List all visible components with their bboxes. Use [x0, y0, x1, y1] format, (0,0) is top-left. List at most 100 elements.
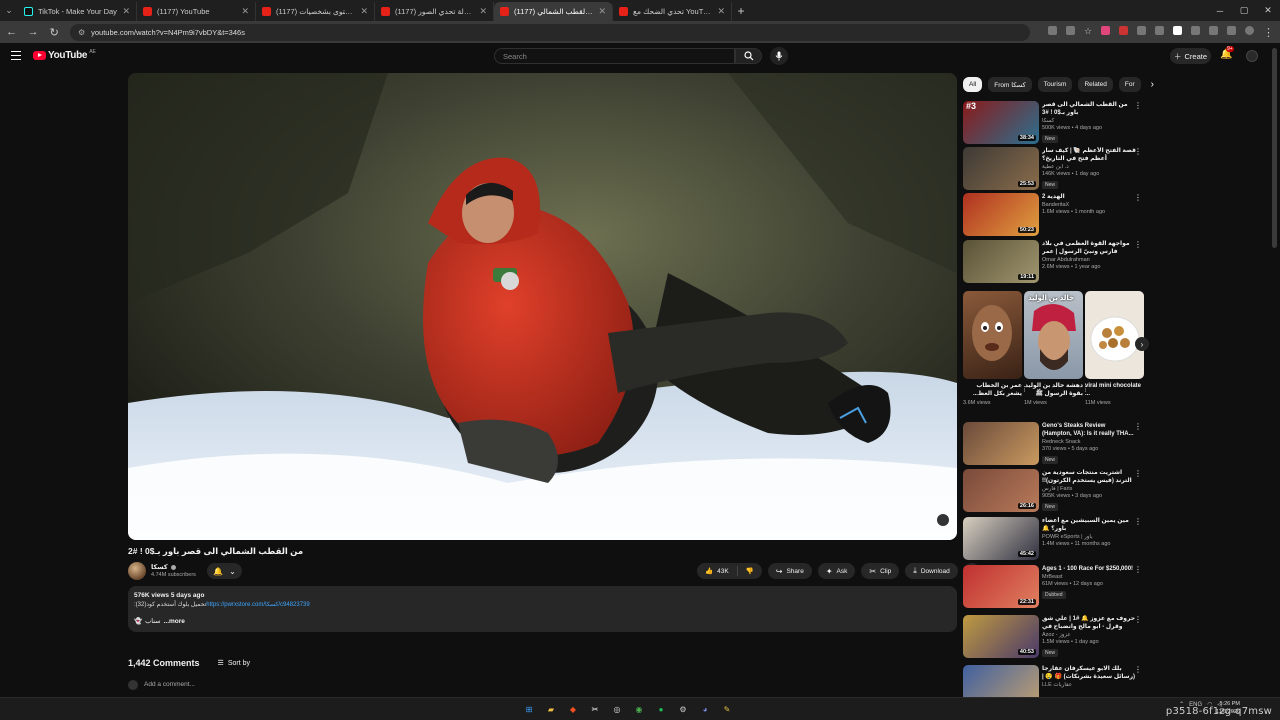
more-icon[interactable]: ⋮ — [1134, 193, 1142, 202]
channel-avatar[interactable] — [128, 562, 146, 580]
chip-for-you[interactable]: For — [1118, 77, 1141, 92]
file-explorer-icon[interactable]: ▰ — [543, 701, 559, 717]
close-tab-icon[interactable]: ✕ — [598, 6, 606, 17]
browser-tab[interactable]: (1177) بطولة تحدي الصور 🔔 |✕ — [375, 2, 494, 21]
obs-icon[interactable]: ◎ — [609, 701, 625, 717]
reload-icon[interactable]: ↻ — [49, 26, 60, 39]
create-button[interactable]: ＋ Create — [1170, 48, 1211, 64]
chip-from-channel[interactable]: From كسكا — [988, 77, 1032, 92]
download-button[interactable]: ⤓ Download — [905, 563, 958, 579]
chrome-icon[interactable]: ◉ — [631, 701, 647, 717]
chip-tourism[interactable]: Tourism — [1037, 77, 1073, 92]
app-icon[interactable]: ✎ — [719, 701, 735, 717]
description-link[interactable]: https://pwrxstore.com/كسكا/c94823739 — [206, 602, 309, 608]
more-icon[interactable]: ⋮ — [1134, 615, 1142, 624]
spotify-icon[interactable]: ● — [653, 701, 669, 717]
chevron-right-icon[interactable]: › — [1151, 79, 1154, 90]
extension-icon[interactable] — [1101, 25, 1111, 35]
extension-icon[interactable] — [1191, 25, 1201, 35]
ask-button[interactable]: ✦ Ask — [817, 563, 856, 579]
new-tab-button[interactable]: + — [732, 4, 750, 18]
tab-search-icon[interactable]: ⌄ — [0, 0, 18, 21]
windows-start-icon[interactable]: ⊞ — [521, 701, 537, 717]
more-icon[interactable]: ⋮ — [1134, 422, 1142, 431]
recommendation-item[interactable]: 26:16 اشتريت منتجات سعودية من الترند (فيس… — [963, 469, 1148, 513]
recommendation-info: حروف مع عزوز 🔔 #1 | علي شق وقرل - ابو ما… — [1042, 615, 1136, 657]
recommendation-item[interactable]: 19:11 مواجهة القوة العظمى في بلاد فارس ون… — [963, 240, 1148, 284]
add-comment-input[interactable]: Add a comment... — [144, 681, 195, 688]
short-item[interactable]: خالد بن الوليد دهشة خالد بن الوليد بقوة … — [1024, 291, 1089, 406]
voice-search-button[interactable] — [770, 47, 788, 65]
search-button[interactable] — [735, 48, 762, 64]
search-input[interactable]: Search — [494, 48, 735, 64]
description-box[interactable]: 576K views 5 days ago :(32)تحميل بلوك أس… — [128, 586, 957, 632]
forward-icon[interactable]: → — [27, 26, 38, 38]
recommendation-item[interactable]: Geno's Steaks Review (Hampton, VA): Is i… — [963, 422, 1148, 466]
close-tab-icon[interactable]: ✕ — [717, 6, 725, 17]
short-item[interactable]: عمر بن الخطاب يشعر بكل العظ... 3.6M view… — [963, 291, 1028, 406]
extension-icon[interactable] — [1047, 25, 1057, 35]
extension-icon[interactable] — [1137, 25, 1147, 35]
browser-tab[interactable]: TikTok - Make Your Day ✕ — [18, 2, 137, 21]
browser-tab[interactable]: (1177) صناع المحتوى بشخصيات✕ — [256, 2, 375, 21]
menu-icon[interactable] — [11, 51, 21, 60]
recommendation-item[interactable]: 50:23 الهدية 2 BanderitaX 1.6M views • 1 mo… — [963, 193, 1148, 237]
profile-icon[interactable] — [1245, 25, 1255, 35]
capcut-icon[interactable]: ✂ — [587, 701, 603, 717]
recommendation-item[interactable]: #3 38:34 من القطب الشمالي الى قصر باور بـ$… — [963, 101, 1148, 145]
more-icon[interactable]: ⋮ — [1134, 147, 1142, 156]
close-tab-icon[interactable]: ✕ — [479, 6, 487, 17]
browser-tab[interactable]: (1177) YouTube ✕ — [137, 2, 256, 21]
share-button[interactable]: ↪ Share — [767, 563, 812, 579]
steam-icon[interactable]: ⚙ — [675, 701, 691, 717]
bookmark-star-icon[interactable]: ☆ — [1084, 26, 1092, 39]
discord-icon[interactable]: ◕ — [697, 701, 713, 717]
extension-icon[interactable] — [1227, 25, 1237, 35]
minimize-icon[interactable]: ─ — [1208, 0, 1232, 21]
page-scrollbar[interactable] — [1272, 48, 1277, 248]
recommendation-item[interactable]: 22:31 Ages 1 - 100 Race For $250,000! MrBe… — [963, 565, 1148, 609]
more-icon[interactable]: ⋮ — [1134, 565, 1142, 574]
subscription-bell-button[interactable]: 🔔 ⌄ — [207, 563, 242, 579]
more-icon[interactable]: ⋮ — [1134, 101, 1142, 110]
extension-icon[interactable] — [1155, 25, 1165, 35]
site-info-icon[interactable]: ⚙ — [78, 28, 85, 37]
extension-icon[interactable] — [1209, 25, 1219, 35]
extension-icon[interactable] — [1119, 25, 1129, 35]
extension-icon[interactable] — [1065, 25, 1075, 35]
dislike-button[interactable]: 👎 — [738, 563, 762, 579]
account-avatar[interactable] — [1246, 50, 1258, 62]
more-icon[interactable]: ⋮ — [1134, 240, 1142, 249]
recommendation-item[interactable]: 25:53 قصة الفتح الأعظم 🐚 | كيف سار أعظم ف… — [963, 147, 1148, 191]
notifications-button[interactable]: 🔔 9+ — [1220, 46, 1234, 60]
url-field[interactable]: ⚙ youtube.com/watch?v=N4Pm9i7vbDY&t=346s — [69, 23, 1030, 41]
youtube-logo[interactable]: YouTube AE — [33, 49, 96, 61]
channel-name[interactable]: كسكا — [151, 563, 176, 571]
chip-related[interactable]: Related — [1078, 77, 1113, 92]
more-link[interactable]: ...more — [164, 618, 185, 625]
close-window-icon[interactable]: ✕ — [1256, 0, 1280, 21]
sort-by-button[interactable]: ☰ Sort by — [218, 659, 250, 668]
extension-icon[interactable] — [1173, 25, 1183, 35]
browser-tab[interactable]: تحدي الضحك مع YouTube - 🎯 🎮✕ — [613, 2, 732, 21]
video-player[interactable] — [128, 73, 957, 540]
menu-icon[interactable]: ⋮ — [1263, 26, 1274, 39]
close-tab-icon[interactable]: ✕ — [241, 6, 249, 17]
clip-button[interactable]: ✂ Clip — [861, 563, 900, 579]
recommendation-item[interactable]: 40:53 حروف مع عزوز 🔔 #1 | علي شق وقرل - ا… — [963, 615, 1148, 659]
back-icon[interactable]: ← — [6, 26, 17, 38]
like-button[interactable]: 👍 43K — [697, 563, 737, 579]
brave-browser-icon[interactable]: ◆ — [565, 701, 581, 717]
description-more[interactable]: 👻 سناب ...more — [134, 617, 951, 626]
shorts-next-button[interactable]: › — [1135, 337, 1149, 351]
recommendation-item[interactable]: 45:42 مين يمين السبيشين مع أعضاء باور؟ 🔔 P… — [963, 517, 1148, 561]
more-icon[interactable]: ⋮ — [1134, 517, 1142, 526]
maximize-icon[interactable]: ▢ — [1232, 0, 1256, 21]
more-icon[interactable]: ⋮ — [1134, 665, 1142, 674]
close-tab-icon[interactable]: ✕ — [360, 6, 368, 17]
browser-tab-active[interactable]: (1177) من القطب الشمالي ✕ — [494, 2, 613, 21]
close-tab-icon[interactable]: ✕ — [122, 6, 130, 17]
short-item[interactable]: viral mini chocolate ... 11M views — [1085, 291, 1144, 406]
chip-all[interactable]: All — [963, 77, 983, 92]
more-icon[interactable]: ⋮ — [1134, 469, 1142, 478]
